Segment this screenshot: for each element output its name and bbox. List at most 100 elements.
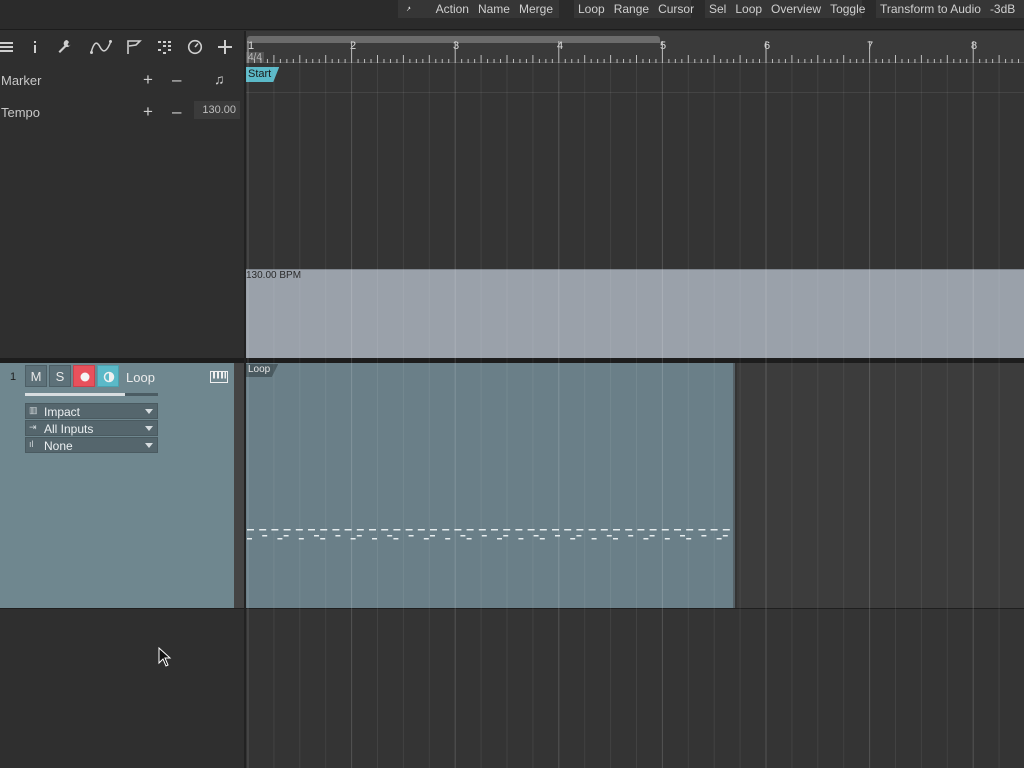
grid-icon[interactable] (157, 39, 173, 55)
midi-note (518, 538, 524, 540)
curve-icon[interactable] (90, 39, 112, 55)
tempo-value-field[interactable]: 130.00 (194, 101, 240, 119)
midi-note (356, 535, 362, 537)
midi-note (466, 529, 474, 531)
transform-to-audio-button[interactable]: Transform to Audio (880, 2, 981, 16)
track-name[interactable]: Loop (126, 370, 155, 385)
monitor-button[interactable] (97, 365, 119, 387)
panel-splitter[interactable] (244, 31, 246, 768)
instrument-value: Impact (44, 405, 81, 419)
overview-button[interactable]: Overview (771, 2, 821, 16)
midi-note (430, 529, 437, 531)
midi-note (552, 529, 559, 531)
midi-note (369, 529, 376, 531)
midi-note (613, 538, 618, 540)
remove-marker-icon[interactable]: – (172, 70, 181, 90)
midi-note (262, 535, 268, 537)
midi-note (417, 529, 425, 531)
clock-icon[interactable] (187, 39, 203, 55)
midi-note (637, 529, 645, 531)
midi-note (606, 535, 612, 537)
piano-keys-icon[interactable] (210, 371, 228, 383)
track-number: 1 (10, 371, 17, 383)
track-header[interactable]: 1 M S Loop ▥ Impact ⇥ All Inputs ıl None (0, 363, 234, 608)
midi-note (503, 529, 511, 531)
midi-note (698, 529, 706, 531)
midi-note (423, 538, 429, 540)
midi-clip[interactable] (245, 363, 735, 608)
marker-lane-divider (245, 92, 1024, 93)
mute-button[interactable]: M (25, 365, 47, 387)
midi-note (686, 538, 692, 540)
midi-note (387, 535, 393, 537)
midi-note (393, 529, 401, 531)
flag-icon[interactable] (126, 39, 142, 55)
toggle-button[interactable]: Toggle (830, 2, 865, 16)
music-note-icon[interactable]: ♫ (214, 71, 225, 87)
midi-note (350, 538, 356, 540)
empty-track-area[interactable] (0, 609, 245, 768)
record-icon (80, 372, 90, 382)
info-icon[interactable] (27, 39, 43, 55)
midi-note (478, 529, 486, 531)
midi-note (491, 529, 498, 531)
minus-3db-button[interactable]: -3dB (990, 2, 1015, 16)
add-marker-icon[interactable]: + (143, 70, 153, 90)
solo-button[interactable]: S (49, 365, 71, 387)
sel-button[interactable]: Sel (709, 2, 726, 16)
marker-row: Marker + – ♫ (0, 69, 245, 91)
midi-note (503, 535, 509, 537)
volume-slider[interactable] (25, 393, 158, 396)
midi-note (277, 538, 283, 540)
midi-note (591, 538, 597, 540)
action-button[interactable]: Action (436, 2, 469, 16)
remove-tempo-icon[interactable]: – (172, 102, 181, 122)
midi-note (661, 529, 669, 531)
midi-note (320, 529, 328, 531)
name-button[interactable]: Name (478, 2, 510, 16)
midi-note (466, 538, 472, 540)
midi-note (722, 529, 730, 531)
track-header-toolbar (0, 31, 245, 63)
instrument-icon: ▥ (29, 405, 38, 415)
input-icon: ⇥ (29, 422, 37, 432)
midi-note (674, 529, 681, 531)
tempo-row: Tempo + – 130.00 (0, 100, 245, 122)
midi-note (576, 529, 584, 531)
midi-note (686, 529, 694, 531)
midi-note (344, 529, 352, 531)
loop-view-button[interactable]: Loop (735, 2, 762, 16)
midi-note (701, 535, 707, 537)
wrench-icon[interactable] (57, 39, 73, 55)
monitor-icon (103, 371, 115, 383)
midi-note (372, 538, 377, 540)
midi-note (576, 535, 582, 537)
list-icon[interactable] (0, 39, 16, 55)
chevron-down-icon (145, 443, 153, 448)
tempo-lane[interactable] (245, 269, 1024, 358)
midi-note (442, 529, 450, 531)
midi-note (539, 529, 547, 531)
merge-button[interactable]: Merge (519, 2, 553, 16)
midi-note (308, 529, 315, 531)
midi-note (515, 529, 523, 531)
input-select[interactable]: ⇥ All Inputs (25, 420, 158, 436)
wrench-icon[interactable] (406, 2, 412, 16)
midi-note (247, 529, 254, 531)
midi-note (716, 538, 722, 540)
loop-button[interactable]: Loop (578, 2, 605, 16)
midi-note (247, 538, 252, 540)
record-button[interactable] (73, 365, 95, 387)
range-button[interactable]: Range (614, 2, 649, 16)
add-tempo-icon[interactable]: + (143, 102, 153, 122)
add-icon[interactable] (217, 39, 233, 55)
midi-note (625, 529, 633, 531)
midi-note (613, 529, 620, 531)
volume-fill (25, 393, 125, 396)
cursor-button[interactable]: Cursor (658, 2, 694, 16)
midi-note (445, 538, 451, 540)
midi-note (283, 529, 291, 531)
track-lane-empty[interactable] (737, 363, 1024, 608)
output-select[interactable]: ıl None (25, 437, 158, 453)
instrument-select[interactable]: ▥ Impact (25, 403, 158, 419)
